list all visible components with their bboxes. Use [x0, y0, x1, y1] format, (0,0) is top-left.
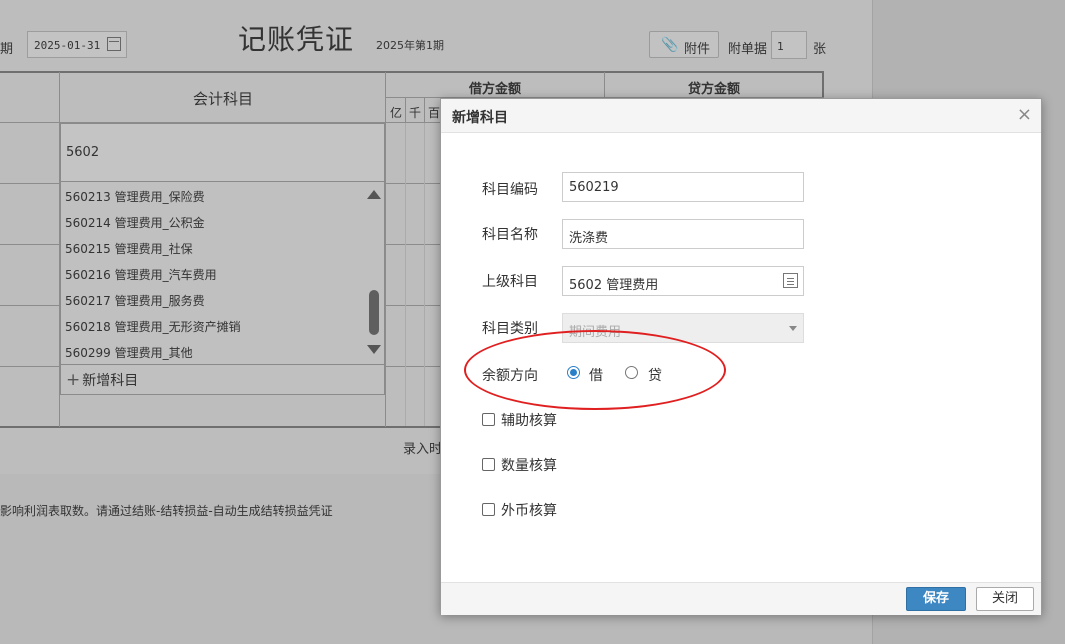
dropdown-item[interactable]: 560218 管理费用_无形资产摊销 [65, 318, 241, 335]
digit-header: 千 [409, 106, 422, 120]
name-value: 洗涤费 [569, 231, 609, 246]
scroll-up-arrow-icon[interactable] [367, 190, 381, 199]
save-button[interactable]: 保存 [906, 587, 966, 611]
dropdown-item[interactable]: 560214 管理费用_公积金 [65, 214, 205, 231]
attachment-label: 附件 [684, 42, 711, 57]
name-input[interactable]: 洗涤费 [562, 219, 804, 249]
digit-divider [424, 98, 425, 123]
chevron-down-icon [789, 326, 797, 331]
dropdown-item[interactable]: 560215 管理费用_社保 [65, 240, 193, 257]
digit-grid-line [424, 123, 425, 426]
dropdown-item[interactable]: 560216 管理费用_汽车费用 [65, 266, 217, 283]
debit-column-header: 借方金额 [469, 82, 522, 97]
table-row-line [386, 305, 440, 306]
subject-input[interactable]: 5602 [60, 123, 385, 182]
subject-input-value: 5602 [66, 145, 100, 160]
table-row-line [386, 183, 440, 184]
digit-header: 百 [428, 106, 441, 120]
date-label: 日期 [0, 42, 14, 57]
voucher-title: 记账凭证 [238, 23, 355, 56]
voucher-period: 2025年第1期 [376, 39, 444, 52]
parent-subject-input[interactable]: 5602 管理费用 [562, 266, 804, 296]
parent-label: 上级科目 [482, 274, 538, 290]
documents-count-input[interactable]: 1 [771, 31, 807, 59]
close-button[interactable]: 关闭 [976, 587, 1034, 611]
name-label: 科目名称 [482, 227, 538, 243]
type-value: 期间费用 [569, 325, 622, 340]
add-subject-label: 新增科目 [82, 373, 139, 389]
table-row-line [0, 183, 60, 184]
type-select: 期间费用 [562, 313, 804, 343]
documents-count-value: 1 [777, 40, 784, 53]
dialog-header: 新增科目 × [441, 99, 1041, 133]
table-row-line [386, 366, 440, 367]
table-divider [385, 72, 386, 427]
table-divider [604, 72, 605, 99]
close-icon[interactable]: × [1017, 104, 1032, 125]
aux-accounting-checkbox[interactable] [482, 413, 495, 426]
aux-accounting-label[interactable]: 辅助核算 [501, 410, 557, 430]
tree-select-icon[interactable] [783, 273, 798, 288]
paperclip-icon: 📎 [661, 37, 679, 53]
dropdown-item[interactable]: 560299 管理费用_其他 [65, 344, 193, 361]
foreign-currency-label[interactable]: 外币核算 [501, 500, 557, 520]
add-subject-link[interactable]: + 新增科目 [66, 370, 138, 390]
dropdown-item[interactable]: 560213 管理费用_保险费 [65, 188, 205, 205]
notice-text: 影响利润表取数。请通过结账-结转损益-自动生成结转损益凭证 [0, 504, 333, 518]
code-value: 560219 [569, 180, 619, 195]
digit-header: 亿 [390, 106, 403, 120]
debit-radio[interactable] [567, 366, 580, 379]
documents-unit: 张 [813, 42, 827, 57]
dialog-title: 新增科目 [452, 110, 508, 126]
documents-label: 附单据 [728, 42, 768, 57]
quantity-accounting-checkbox[interactable] [482, 458, 495, 471]
table-row-line [0, 305, 60, 306]
debit-radio-label[interactable]: 借 [589, 365, 603, 385]
credit-radio-label[interactable]: 贷 [648, 365, 662, 385]
scrollbar-thumb[interactable] [369, 290, 379, 335]
code-input[interactable]: 560219 [562, 172, 804, 202]
table-row-line [0, 366, 60, 367]
direction-label: 余额方向 [482, 368, 538, 384]
table-row-line [0, 244, 60, 245]
scroll-down-arrow-icon[interactable] [367, 345, 381, 354]
entry-time-label: 录入时 [403, 442, 443, 457]
date-value: 2025-01-31 [34, 39, 101, 52]
digit-grid-line [405, 123, 406, 426]
credit-column-header: 贷方金额 [688, 82, 741, 97]
quantity-accounting-label[interactable]: 数量核算 [501, 455, 557, 475]
plus-icon: + [66, 370, 81, 390]
subject-column-header: 会计科目 [193, 90, 254, 108]
new-subject-dialog: 新增科目 × 科目编码 560219 科目名称 洗涤费 上级科目 5602 管理… [440, 98, 1042, 615]
foreign-currency-checkbox[interactable] [482, 503, 495, 516]
code-label: 科目编码 [482, 182, 538, 198]
calendar-icon[interactable] [107, 37, 121, 51]
parent-value: 5602 管理费用 [569, 278, 659, 293]
dropdown-item[interactable]: 560217 管理费用_服务费 [65, 292, 205, 309]
type-label: 科目类别 [482, 321, 538, 337]
table-row-line [386, 244, 440, 245]
attachment-button[interactable]: 📎 附件 [649, 31, 719, 58]
date-input[interactable]: 2025-01-31 [27, 31, 127, 58]
credit-radio[interactable] [625, 366, 638, 379]
digit-divider [405, 98, 406, 123]
